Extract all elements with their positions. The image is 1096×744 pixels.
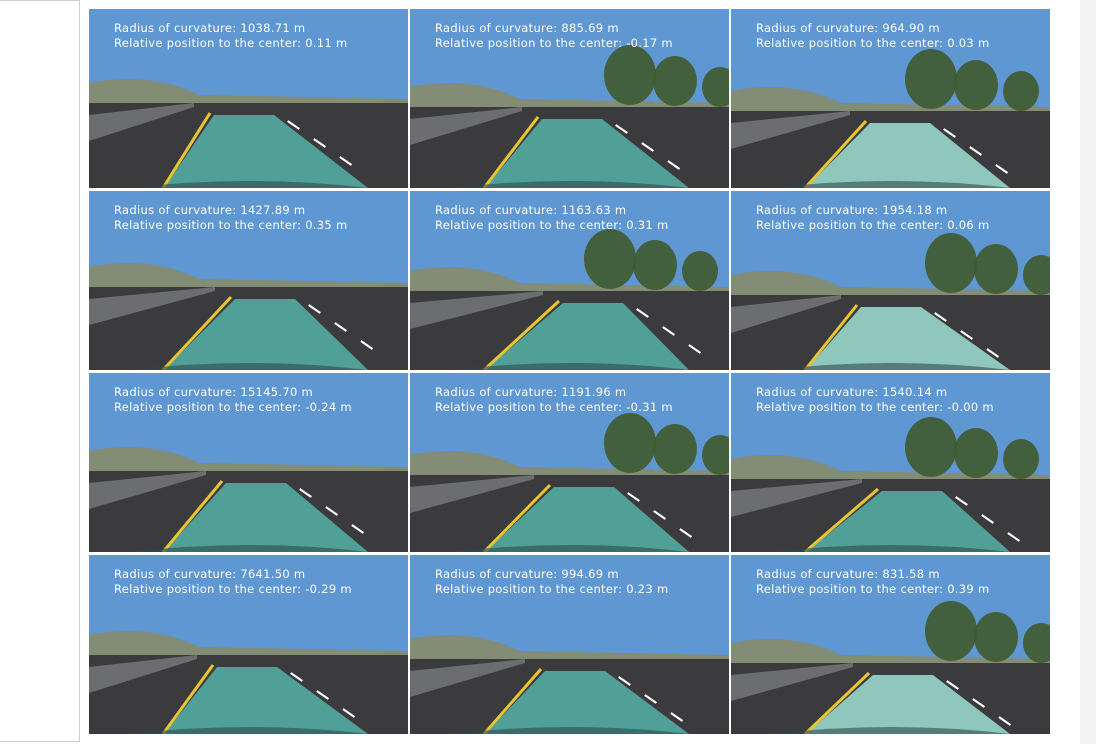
result-frame: Radius of curvature: 1540.14 m Relative … [731,373,1050,552]
tree [653,56,697,106]
result-frame: Radius of curvature: 1038.71 m Relative … [89,9,408,188]
tree [604,45,656,105]
road-image [410,9,729,188]
tree [954,428,998,478]
road-image [410,555,729,734]
tree [1003,71,1039,111]
scrollbar-track[interactable] [1080,0,1096,744]
tree [682,251,718,291]
road-image [731,191,1050,370]
result-frame: Radius of curvature: 964.90 m Relative p… [731,9,1050,188]
tree [925,601,977,661]
tree [974,612,1018,662]
result-frame: Radius of curvature: 15145.70 m Relative… [89,373,408,552]
tree [905,417,957,477]
road-image [731,555,1050,734]
road-image [731,373,1050,552]
road-image [89,191,408,370]
road-image [89,9,408,188]
tree [974,244,1018,294]
result-frame: Radius of curvature: 1427.89 m Relative … [89,191,408,370]
tree [633,240,677,290]
result-frame: Radius of curvature: 885.69 m Relative p… [410,9,729,188]
side-panel-left [0,0,80,742]
result-frame: Radius of curvature: 7641.50 m Relative … [89,555,408,734]
tree [905,49,957,109]
tree [925,233,977,293]
road-image [89,373,408,552]
road-image [410,373,729,552]
tree [1003,439,1039,479]
result-frame: Radius of curvature: 1163.63 m Relative … [410,191,729,370]
lane-detection-results-grid: Radius of curvature: 1038.71 m Relative … [89,9,1050,734]
result-frame: Radius of curvature: 1191.96 m Relative … [410,373,729,552]
road-image [410,191,729,370]
tree [584,229,636,289]
tree [604,413,656,473]
result-frame: Radius of curvature: 1954.18 m Relative … [731,191,1050,370]
tree [954,60,998,110]
result-frame: Radius of curvature: 831.58 m Relative p… [731,555,1050,734]
road-image [731,9,1050,188]
result-frame: Radius of curvature: 994.69 m Relative p… [410,555,729,734]
road-image [89,555,408,734]
tree [653,424,697,474]
